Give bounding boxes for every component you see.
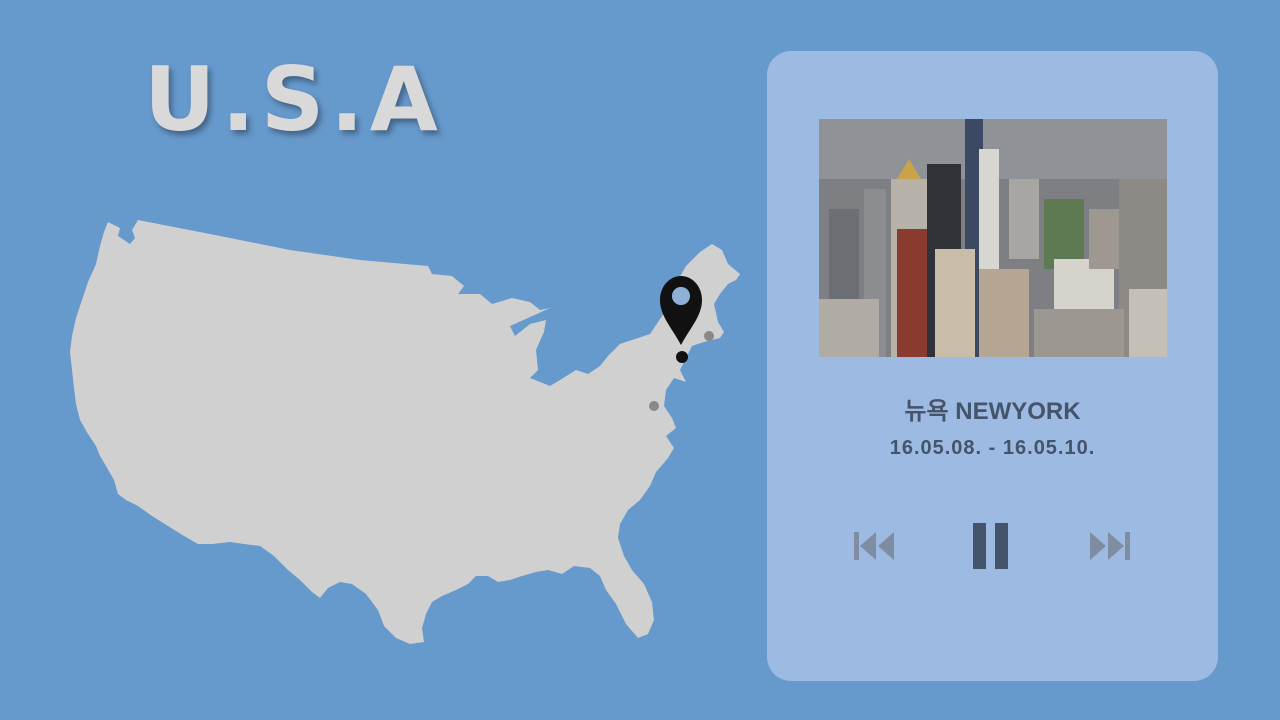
usa-landmass — [70, 220, 740, 644]
next-button[interactable] — [1081, 521, 1137, 571]
trip-dates: 16.05.08. - 16.05.10. — [889, 437, 1096, 459]
city-card: 뉴욕 NEWYORK 16.05.08. - 16.05.10. — [767, 51, 1218, 681]
city-dot-washington — [649, 401, 659, 411]
city-dot-newyork — [676, 351, 688, 363]
page-title: U.S.A — [144, 48, 444, 151]
usa-map-graphic — [70, 220, 740, 644]
pause-button[interactable] — [963, 521, 1019, 571]
slide: U.S.A 뉴욕 NEWYORK 16.05.08. - 16.05.10. — [0, 0, 1280, 720]
usa-map — [60, 210, 760, 660]
city-name: 뉴욕 NEWYORK — [904, 398, 1081, 425]
skip-forward-icon — [1090, 532, 1130, 560]
skip-back-icon — [854, 532, 894, 560]
city-dot-boston — [704, 331, 714, 341]
city-skyline-image — [819, 119, 1167, 357]
previous-button[interactable] — [847, 521, 903, 571]
pause-icon — [973, 523, 1008, 569]
city-photo — [819, 119, 1167, 357]
